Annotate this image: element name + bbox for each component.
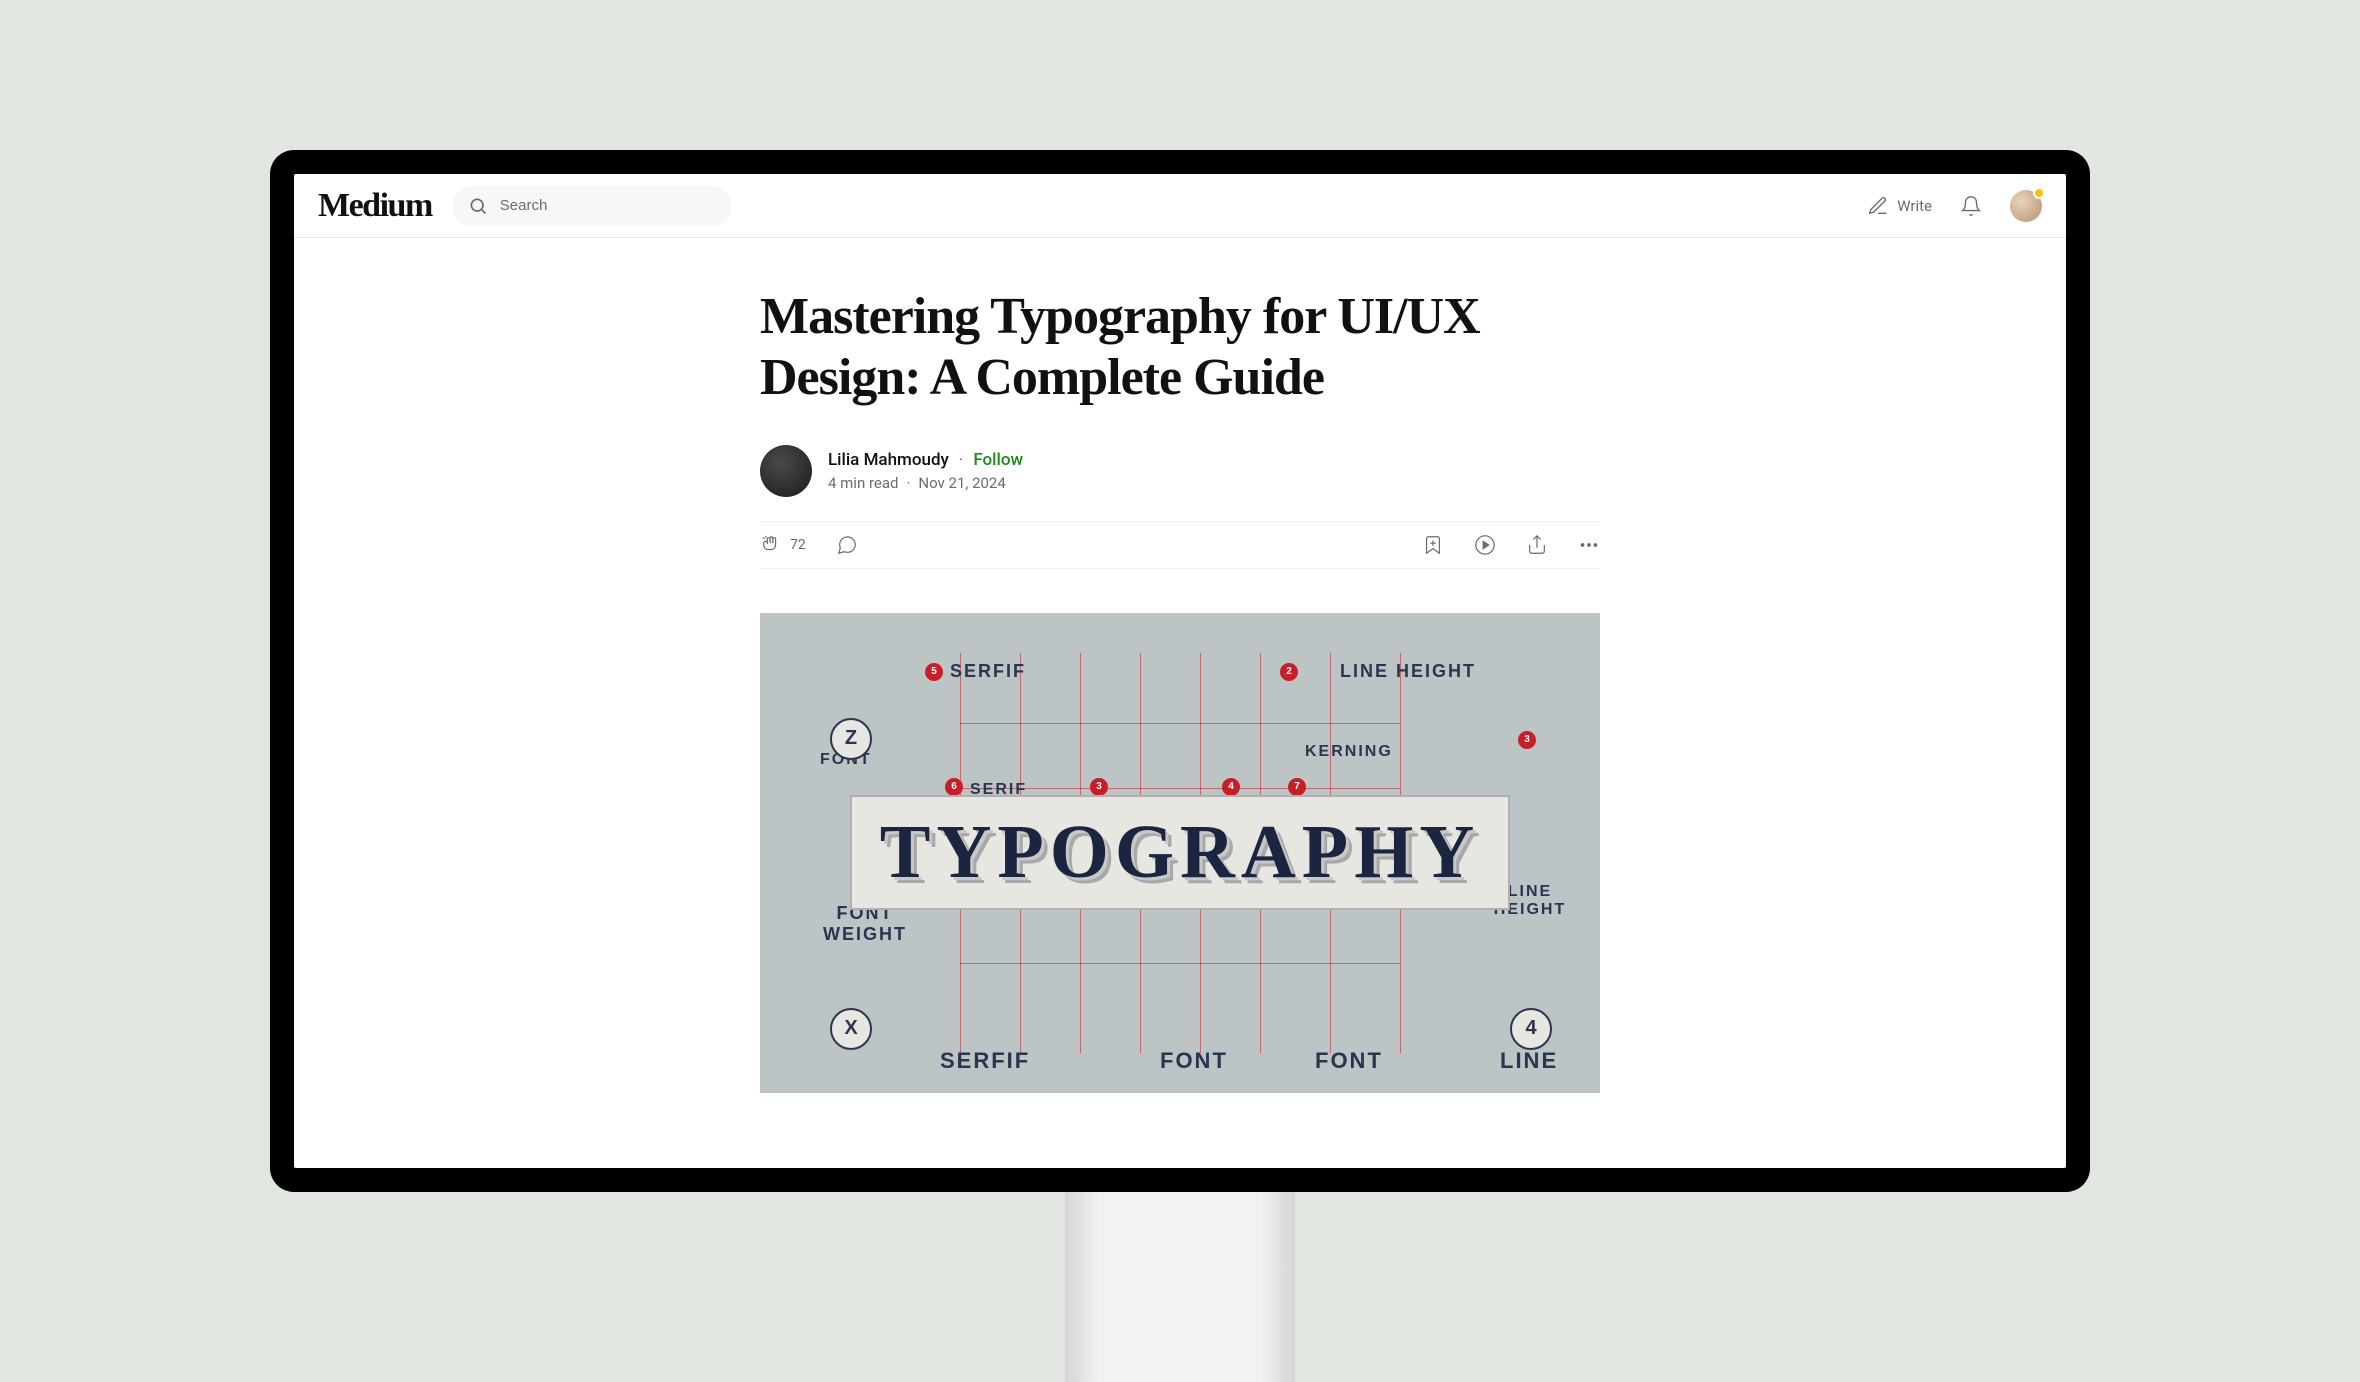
hero-main-word: TYPOGRAPHY: [850, 795, 1510, 910]
clap-button[interactable]: 72: [760, 534, 806, 556]
write-label: Write: [1897, 197, 1932, 215]
hero-image: SERFIF LINE HEIGHT FONT SERIF KERNING FO…: [760, 613, 1600, 1093]
search-input[interactable]: [500, 197, 716, 214]
topbar: Medium Write: [294, 174, 2066, 238]
notifications-button[interactable]: [1960, 195, 1982, 217]
clap-count: 72: [790, 537, 806, 553]
avatar-badge: [2033, 187, 2045, 199]
write-icon: [1867, 195, 1889, 217]
follow-button[interactable]: Follow: [973, 450, 1023, 470]
read-time: 4 min read: [828, 474, 898, 492]
profile-avatar[interactable]: [2010, 190, 2042, 222]
write-button[interactable]: Write: [1867, 195, 1932, 217]
logo[interactable]: Medium: [318, 187, 432, 225]
article: Mastering Typography for UI/UX Design: A…: [760, 238, 1600, 1093]
search-box[interactable]: [452, 186, 732, 226]
engagement-bar: 72: [760, 521, 1600, 569]
share-icon: [1526, 534, 1548, 556]
publish-date: Nov 21, 2024: [918, 474, 1005, 492]
article-title: Mastering Typography for UI/UX Design: A…: [760, 286, 1600, 409]
bookmark-icon: [1422, 534, 1444, 556]
more-button[interactable]: [1578, 534, 1600, 556]
listen-button[interactable]: [1474, 534, 1496, 556]
bookmark-button[interactable]: [1422, 534, 1444, 556]
clap-icon: [760, 534, 782, 556]
separator-dot: ·: [959, 450, 963, 470]
monitor-frame: Medium Write: [270, 150, 2090, 1192]
bell-icon: [1960, 195, 1982, 217]
screen: Medium Write: [294, 174, 2066, 1168]
byline: Lilia Mahmoudy · Follow 4 min read · Nov…: [760, 445, 1600, 497]
article-scroll[interactable]: Mastering Typography for UI/UX Design: A…: [294, 238, 2066, 1168]
more-icon: [1578, 534, 1600, 556]
monitor-stand: [1065, 1192, 1295, 1382]
comments-button[interactable]: [836, 534, 858, 556]
play-icon: [1474, 534, 1496, 556]
search-icon: [468, 196, 488, 216]
comment-icon: [836, 534, 858, 556]
separator-dot: ·: [906, 474, 910, 492]
topbar-actions: Write: [1867, 190, 2042, 222]
share-button[interactable]: [1526, 534, 1548, 556]
author-name[interactable]: Lilia Mahmoudy: [828, 450, 949, 470]
author-avatar[interactable]: [760, 445, 812, 497]
